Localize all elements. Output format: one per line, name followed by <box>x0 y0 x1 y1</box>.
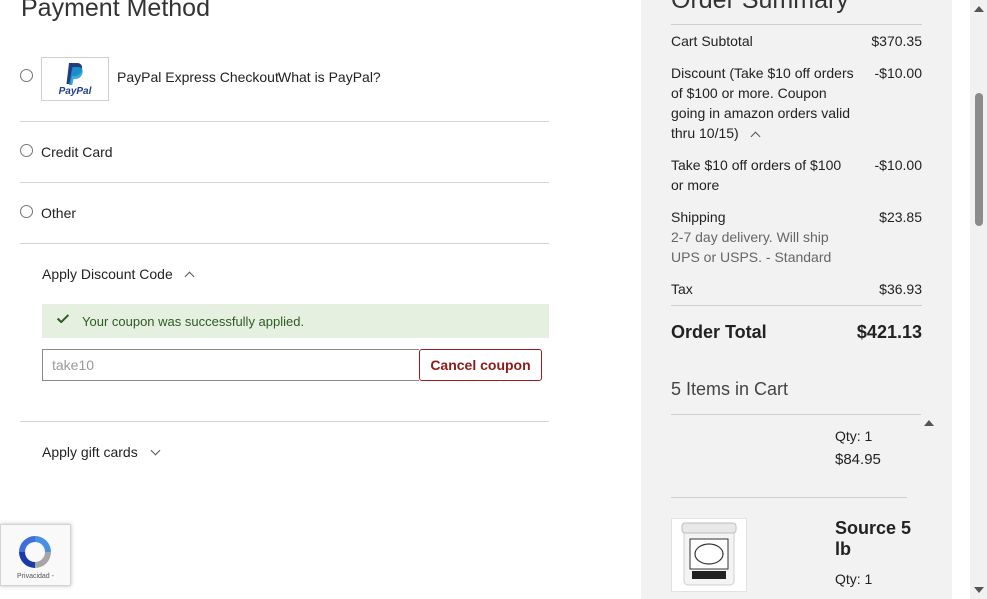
cart-items-list[interactable]: Qty: 1 $84.95 Source 5 lb Qty: 1 <box>671 414 937 599</box>
tax-value: $36.93 <box>879 281 922 297</box>
credit-card-radio[interactable] <box>20 144 33 157</box>
recaptcha-badge[interactable]: Privacidad - <box>0 524 71 586</box>
divider <box>20 421 549 422</box>
apply-gift-cards-toggle[interactable]: Apply gift cards <box>42 444 161 460</box>
payment-option-other[interactable]: Other <box>20 183 549 244</box>
take10-label: Take $10 off orders of $100 or more <box>671 157 842 193</box>
discount-code-input[interactable] <box>42 349 419 381</box>
discount-value: -$10.00 <box>874 65 922 81</box>
recaptcha-icon <box>19 536 51 568</box>
take10-value: -$10.00 <box>874 157 922 173</box>
scroll-down-arrow-icon[interactable] <box>974 587 984 593</box>
paypal-logo: PayPal <box>41 57 109 101</box>
chevron-down-icon <box>150 445 161 456</box>
tax-label: Tax <box>671 281 693 297</box>
cart-item-price: $84.95 <box>835 451 881 468</box>
discount-label: Discount (Take $10 off orders of $100 or… <box>671 65 854 141</box>
scroll-up-arrow-icon[interactable] <box>924 420 934 426</box>
product-image[interactable] <box>671 518 747 592</box>
cart-subtotal-label: Cart Subtotal <box>671 33 753 49</box>
apply-discount-label: Apply Discount Code <box>42 266 173 282</box>
cart-scrollbar[interactable] <box>923 414 935 599</box>
apply-discount-toggle[interactable]: Apply Discount Code <box>42 266 195 282</box>
product-bucket-image <box>681 522 737 586</box>
cancel-coupon-button[interactable]: Cancel coupon <box>419 349 542 381</box>
divider <box>671 305 922 306</box>
shipping-label: Shipping <box>671 209 726 225</box>
order-summary-panel: Order Summary Cart Subtotal $370.35 Disc… <box>641 0 952 599</box>
shipping-method-text: 2-7 day delivery. Will ship UPS or USPS.… <box>671 229 832 265</box>
scrollbar-thumb[interactable] <box>975 93 983 226</box>
paypal-radio[interactable] <box>20 69 33 82</box>
paypal-label: PayPal Express Checkout <box>117 69 279 85</box>
paypal-logo-text: PayPal <box>58 86 92 97</box>
recaptcha-privacy-text[interactable]: Privacidad - <box>1 573 70 580</box>
order-summary-title: Order Summary <box>671 0 849 14</box>
items-in-cart-heading[interactable]: 5 Items in Cart <box>671 379 788 400</box>
apply-gift-cards-label: Apply gift cards <box>42 444 138 460</box>
chevron-up-icon <box>184 271 195 282</box>
order-total-label: Order Total <box>671 322 767 342</box>
payment-option-credit-card[interactable]: Credit Card <box>20 122 549 183</box>
chevron-up-icon[interactable] <box>750 131 761 142</box>
credit-card-label: Credit Card <box>41 144 113 160</box>
paypal-icon <box>66 63 83 85</box>
cart-item-qty: Qty: 1 <box>835 571 873 587</box>
cart-item-qty: Qty: 1 <box>835 428 873 444</box>
cart-item-name[interactable]: Source 5 lb <box>835 518 915 560</box>
page-scrollbar[interactable] <box>970 0 987 599</box>
other-label: Other <box>41 205 77 221</box>
shipping-value: $23.85 <box>879 209 922 225</box>
checkmark-icon <box>56 314 70 323</box>
shipping-row: Shipping 2-7 day delivery. Will ship UPS… <box>671 207 851 267</box>
payment-method-title: Payment Method <box>21 0 210 22</box>
discount-row: Discount (Take $10 off orders of $100 or… <box>671 63 861 143</box>
coupon-success-message: Your coupon was successfully applied. <box>42 304 549 338</box>
payment-option-paypal[interactable]: PayPal PayPal Express Checkout What is P… <box>20 57 549 122</box>
divider <box>671 24 922 25</box>
other-radio[interactable] <box>20 205 33 218</box>
scroll-up-arrow-icon[interactable] <box>974 6 984 12</box>
what-is-paypal-link[interactable]: What is PayPal? <box>278 69 381 85</box>
coupon-success-text: Your coupon was successfully applied. <box>82 314 305 329</box>
cart-subtotal-value: $370.35 <box>871 33 922 49</box>
order-total-value: $421.13 <box>856 322 922 342</box>
cart-item: Qty: 1 $84.95 <box>671 414 907 498</box>
